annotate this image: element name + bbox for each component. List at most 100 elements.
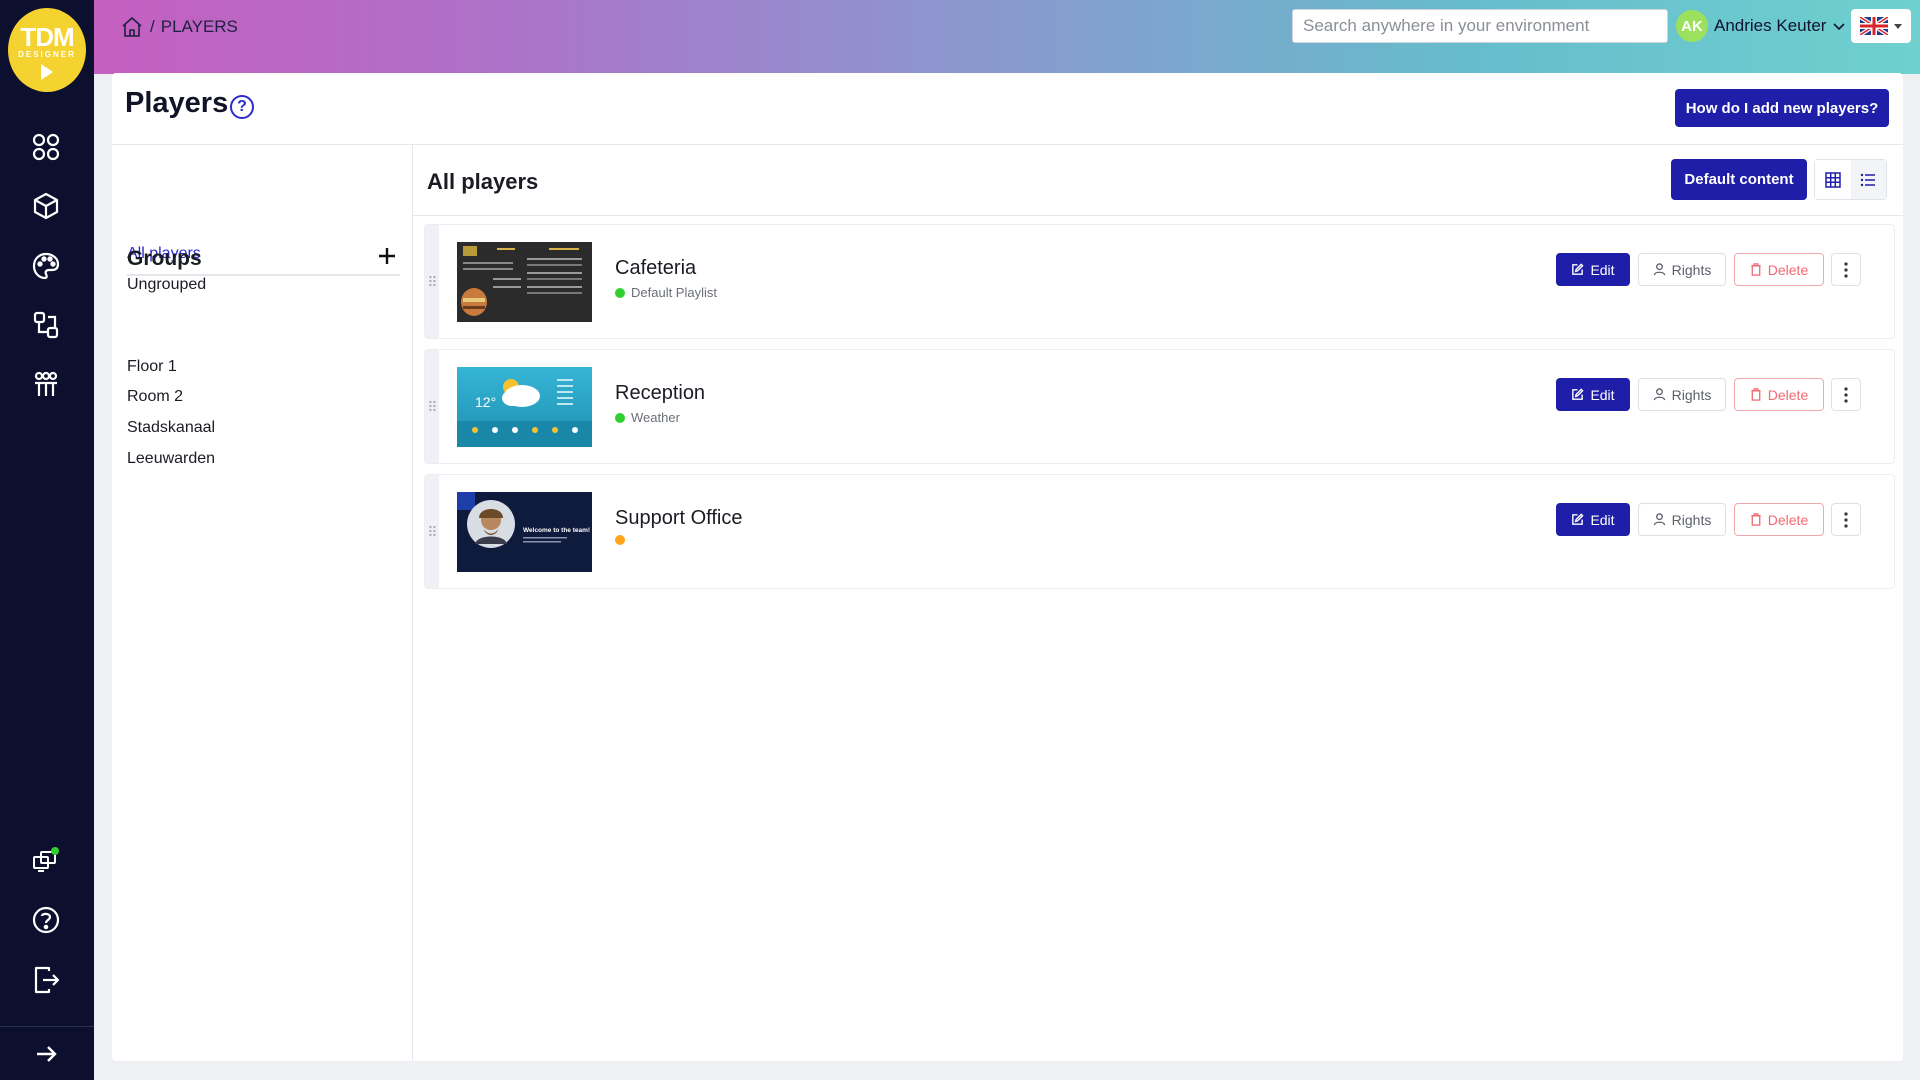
tdm-logo[interactable]: TDM DESIGNER bbox=[8, 8, 86, 92]
edit-icon bbox=[1572, 388, 1585, 400]
edit-label: Edit bbox=[1590, 511, 1615, 528]
add-group-button[interactable] bbox=[374, 243, 400, 269]
nav-ungrouped[interactable]: Ungrouped bbox=[127, 276, 206, 294]
player-name[interactable]: Cafeteria bbox=[615, 257, 696, 280]
breadcrumb-current: PLAYERS bbox=[160, 17, 238, 36]
edit-button[interactable]: Edit bbox=[1556, 378, 1630, 411]
edit-label: Edit bbox=[1590, 261, 1615, 278]
palette-icon bbox=[32, 252, 60, 280]
grid-view-button[interactable] bbox=[1815, 160, 1851, 199]
groups-title: Groups bbox=[127, 247, 202, 270]
player-row[interactable]: ⠿ Cafeteria Default Playlist Edit Rights… bbox=[424, 224, 1895, 339]
content-title: All players bbox=[427, 169, 539, 194]
status-text: Weather bbox=[631, 410, 680, 425]
rights-label: Rights bbox=[1671, 261, 1712, 278]
logo-subtext: DESIGNER bbox=[18, 50, 76, 59]
how-add-players-button[interactable]: How do I add new players? bbox=[1675, 89, 1889, 127]
view-toggle bbox=[1814, 159, 1887, 200]
sidebar: TDM DESIGNER bbox=[0, 0, 94, 1080]
group-item[interactable]: Floor 1 bbox=[127, 358, 177, 376]
drag-dots-icon: ⠿ bbox=[427, 398, 437, 415]
edit-button[interactable]: Edit bbox=[1556, 253, 1630, 286]
drag-handle[interactable]: ⠿ bbox=[425, 350, 439, 463]
content-divider bbox=[413, 215, 1903, 216]
kebab-menu-icon bbox=[1844, 511, 1848, 528]
rights-button[interactable]: Rights bbox=[1638, 378, 1726, 411]
welcome-preview-image: Welcome to the team! bbox=[457, 492, 592, 572]
help-question-icon[interactable]: ? bbox=[230, 95, 254, 119]
delete-label: Delete bbox=[1767, 386, 1809, 403]
sidebar-divider bbox=[0, 1026, 94, 1027]
sidebar-item-users[interactable] bbox=[27, 366, 65, 404]
logout-icon bbox=[34, 966, 60, 994]
sidebar-item-design[interactable] bbox=[27, 247, 65, 285]
delete-label: Delete bbox=[1767, 511, 1809, 528]
weather-temperature: 12° bbox=[475, 394, 496, 410]
avatar: AK bbox=[1676, 10, 1708, 42]
drag-dots-icon: ⠿ bbox=[427, 273, 437, 290]
rights-button[interactable]: Rights bbox=[1638, 503, 1726, 536]
group-item[interactable]: Stadskanaal bbox=[127, 419, 215, 437]
more-options-button[interactable] bbox=[1831, 503, 1861, 536]
drag-handle[interactable]: ⠿ bbox=[425, 225, 439, 338]
menu-preview-image bbox=[457, 242, 592, 322]
sidebar-item-help[interactable] bbox=[27, 901, 65, 939]
player-row[interactable]: ⠿ 12° Reception Weather Edit Rights Dele… bbox=[424, 349, 1895, 464]
player-name[interactable]: Reception bbox=[615, 382, 705, 405]
language-selector[interactable] bbox=[1851, 9, 1911, 43]
welcome-text: Welcome to the team! bbox=[523, 527, 590, 534]
player-status bbox=[615, 535, 631, 545]
sidebar-item-content[interactable] bbox=[27, 187, 65, 225]
main-panel: Players ? How do I add new players? All … bbox=[112, 73, 1903, 1061]
help-circle-icon bbox=[32, 906, 60, 934]
rights-label: Rights bbox=[1671, 511, 1712, 528]
group-item[interactable]: Room 2 bbox=[127, 388, 183, 406]
devices-status-icon bbox=[33, 847, 59, 872]
players-nav: All players Ungrouped Groups Floor 1 Roo… bbox=[112, 145, 413, 1061]
rights-label: Rights bbox=[1671, 386, 1712, 403]
list-view-button[interactable] bbox=[1850, 160, 1886, 199]
sidebar-item-dashboard[interactable] bbox=[27, 128, 65, 166]
plus-icon bbox=[379, 248, 395, 264]
breadcrumb: / PLAYERS bbox=[120, 14, 238, 40]
drag-handle[interactable]: ⠿ bbox=[425, 475, 439, 588]
edit-icon bbox=[1572, 263, 1585, 275]
status-dot bbox=[615, 535, 625, 545]
sidebar-item-devices[interactable] bbox=[27, 841, 65, 879]
sidebar-item-players[interactable] bbox=[27, 306, 65, 344]
delete-label: Delete bbox=[1767, 261, 1809, 278]
sidebar-item-logout[interactable] bbox=[27, 961, 65, 999]
delete-button[interactable]: Delete bbox=[1734, 253, 1824, 286]
home-icon[interactable] bbox=[120, 15, 144, 39]
more-options-button[interactable] bbox=[1831, 253, 1861, 286]
player-thumbnail: 12° bbox=[457, 367, 592, 447]
user-name: Andries Keuter bbox=[1714, 16, 1827, 35]
sidebar-expand-button[interactable] bbox=[27, 1035, 65, 1073]
groups-divider bbox=[127, 274, 400, 276]
delete-button[interactable]: Delete bbox=[1734, 503, 1824, 536]
cube-icon bbox=[33, 192, 59, 220]
edit-button[interactable]: Edit bbox=[1556, 503, 1630, 536]
user-menu[interactable]: AK Andries Keuter bbox=[1676, 10, 1846, 42]
team-icon bbox=[34, 371, 58, 396]
delete-button[interactable]: Delete bbox=[1734, 378, 1824, 411]
player-status: Default Playlist bbox=[615, 285, 717, 300]
arrow-right-icon bbox=[37, 1046, 57, 1062]
player-name[interactable]: Support Office bbox=[615, 507, 742, 530]
rights-button[interactable]: Rights bbox=[1638, 253, 1726, 286]
grid-icon bbox=[1825, 171, 1841, 188]
group-item[interactable]: Leeuwarden bbox=[127, 450, 215, 468]
more-options-button[interactable] bbox=[1831, 378, 1861, 411]
edit-icon bbox=[1572, 513, 1585, 525]
default-content-button[interactable]: Default content bbox=[1671, 159, 1807, 200]
kebab-menu-icon bbox=[1844, 261, 1848, 278]
status-text: Default Playlist bbox=[631, 285, 717, 300]
user-rights-icon bbox=[1653, 513, 1665, 526]
drag-dots-icon: ⠿ bbox=[427, 523, 437, 540]
search-input[interactable] bbox=[1292, 9, 1668, 43]
players-icon bbox=[33, 311, 59, 339]
player-row[interactable]: ⠿ Welcome to the team! Support Office Ed… bbox=[424, 474, 1895, 589]
page-title: Players bbox=[125, 87, 229, 119]
breadcrumb-separator: / bbox=[150, 17, 155, 36]
trash-icon bbox=[1751, 388, 1761, 401]
